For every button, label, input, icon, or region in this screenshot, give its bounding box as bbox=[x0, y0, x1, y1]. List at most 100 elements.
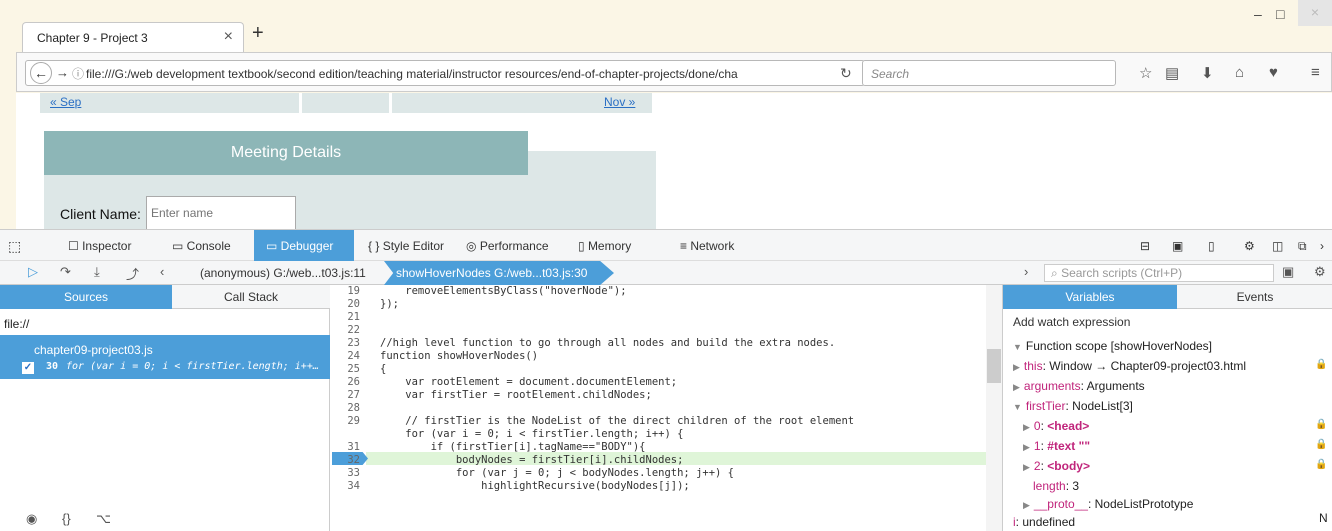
expanded-triangle-icon[interactable]: ▼ bbox=[1013, 402, 1022, 412]
line-number[interactable]: 28 bbox=[330, 402, 366, 415]
collapsed-triangle-icon[interactable]: ▶ bbox=[1023, 442, 1030, 452]
tab-debugger[interactable]: ▭ Debugger bbox=[254, 230, 354, 262]
minimize-button[interactable]: – bbox=[1254, 6, 1262, 22]
code-line[interactable]: var rootElement = document.documentEleme… bbox=[380, 376, 677, 389]
add-watch-expression[interactable]: Add watch expression bbox=[1013, 315, 1130, 329]
reload-icon[interactable]: ↻ bbox=[840, 65, 852, 82]
split-console-icon[interactable]: ⊟ bbox=[1140, 230, 1150, 262]
breadcrumb-anonymous[interactable]: (anonymous) G:/web...t03.js:11 bbox=[200, 266, 366, 280]
line-number[interactable]: 26 bbox=[330, 376, 366, 389]
line-number[interactable]: 32 bbox=[330, 454, 366, 467]
code-line[interactable]: var firstTier = rootElement.childNodes; bbox=[380, 389, 652, 402]
tab-inspector[interactable]: ☐ Inspector bbox=[60, 230, 139, 262]
expand-chevron-icon[interactable]: › bbox=[1024, 264, 1028, 279]
line-number[interactable]: 33 bbox=[330, 467, 366, 480]
breakpoint-checkbox[interactable]: ✓ bbox=[22, 362, 34, 374]
variable-row[interactable]: ▶ arguments: Arguments bbox=[1013, 379, 1145, 393]
scope-header[interactable]: ▼ Function scope [showHoverNodes] bbox=[1013, 339, 1212, 353]
step-over-icon[interactable]: ↷ bbox=[60, 264, 71, 280]
code-line[interactable]: bodyNodes = firstTier[i].childNodes; bbox=[380, 454, 684, 467]
line-number[interactable]: 23 bbox=[330, 337, 366, 350]
line-number[interactable]: 25 bbox=[330, 363, 366, 376]
code-line[interactable]: function showHoverNodes() bbox=[380, 350, 538, 363]
code-line[interactable]: highlightRecursive(bodyNodes[j]); bbox=[380, 480, 690, 493]
prev-month-link[interactable]: « Sep bbox=[50, 95, 81, 109]
client-name-input[interactable] bbox=[146, 196, 296, 229]
line-number[interactable]: 22 bbox=[330, 324, 366, 337]
line-number[interactable]: 27 bbox=[330, 389, 366, 402]
resume-icon[interactable]: ▷ bbox=[28, 264, 38, 280]
line-number[interactable]: 24 bbox=[330, 350, 366, 363]
settings-gear-icon[interactable]: ⚙ bbox=[1244, 230, 1255, 262]
line-number[interactable]: 31 bbox=[330, 441, 366, 454]
tab-network[interactable]: ≡ Network bbox=[672, 230, 742, 262]
tab-events[interactable]: Events bbox=[1177, 285, 1332, 309]
variable-row[interactable]: ▶ this: Window → Chapter09-project03.html bbox=[1013, 359, 1246, 373]
source-file-name[interactable]: chapter09-project03.js bbox=[34, 343, 153, 357]
editor-scroll-thumb[interactable] bbox=[987, 349, 1001, 383]
toggle-source-icon[interactable]: ⌥ bbox=[96, 511, 111, 527]
variable-row[interactable]: ▶ 1: #text "" bbox=[1023, 439, 1090, 453]
line-number[interactable]: 21 bbox=[330, 311, 366, 324]
editor-scrollbar[interactable] bbox=[986, 285, 1002, 531]
variable-row[interactable]: ▶ __proto__: NodeListPrototype bbox=[1023, 497, 1193, 511]
download-icon[interactable]: ⬇ bbox=[1201, 64, 1214, 82]
code-line[interactable]: }); bbox=[380, 298, 399, 311]
collapsed-triangle-icon[interactable]: ▶ bbox=[1013, 382, 1020, 392]
pretty-print-icon[interactable]: {} bbox=[62, 511, 71, 526]
info-icon[interactable]: ⓘ bbox=[72, 65, 84, 82]
tab-close-icon[interactable]: × bbox=[224, 28, 233, 46]
reading-list-icon[interactable]: ▤ bbox=[1165, 64, 1179, 82]
line-number[interactable]: 34 bbox=[330, 480, 366, 493]
tab-sources[interactable]: Sources bbox=[0, 285, 172, 309]
tab-variables[interactable]: Variables bbox=[1003, 285, 1177, 309]
tab-style-editor[interactable]: { } Style Editor bbox=[362, 230, 450, 262]
code-line[interactable]: //high level function to go through all … bbox=[380, 337, 835, 350]
next-month-link[interactable]: Nov » bbox=[604, 95, 635, 109]
line-number[interactable]: 30 bbox=[330, 428, 366, 441]
code-line[interactable]: if (firstTier[i].tagName=="BODY"){ bbox=[380, 441, 646, 454]
undock-icon[interactable]: ⧉ bbox=[1298, 230, 1307, 262]
close-window-button[interactable]: × bbox=[1298, 0, 1332, 26]
tab-call-stack[interactable]: Call Stack bbox=[172, 285, 330, 309]
home-icon[interactable]: ⌂ bbox=[1235, 64, 1244, 81]
toggle-pane-icon[interactable]: ▣ bbox=[1282, 264, 1294, 280]
line-number[interactable]: 19 bbox=[330, 285, 366, 298]
tab-performance[interactable]: ◎ Performance bbox=[460, 230, 555, 262]
collapsed-triangle-icon[interactable]: ▶ bbox=[1023, 500, 1030, 510]
collapsed-triangle-icon[interactable]: ▶ bbox=[1023, 462, 1030, 472]
tab-memory[interactable]: ▯ Memory bbox=[570, 230, 639, 262]
maximize-button[interactable]: □ bbox=[1276, 6, 1284, 22]
frame-select-icon[interactable]: ▣ bbox=[1172, 230, 1183, 262]
variable-row[interactable]: ▶ 0: <head> bbox=[1023, 419, 1089, 433]
code-line[interactable]: for (var j = 0; j < bodyNodes.length; j+… bbox=[380, 467, 734, 480]
code-line[interactable]: removeElementsByClass("hoverNode"); bbox=[380, 285, 626, 298]
variable-row[interactable]: ▼ firstTier: NodeList[3] bbox=[1013, 399, 1133, 413]
forward-icon[interactable]: → bbox=[56, 65, 69, 80]
variable-row[interactable]: i: undefined bbox=[1013, 515, 1075, 529]
back-icon[interactable]: ← bbox=[30, 62, 52, 84]
variable-row[interactable]: ▶ 2: <body> bbox=[1023, 459, 1090, 473]
browser-tab[interactable]: Chapter 9 - Project 3 × bbox=[22, 22, 244, 52]
tab-console[interactable]: ▭ Console bbox=[164, 230, 239, 262]
collapsed-triangle-icon[interactable]: ▶ bbox=[1023, 422, 1030, 432]
line-number[interactable]: 29 bbox=[330, 415, 366, 428]
new-tab-button[interactable]: + bbox=[252, 22, 264, 45]
collapsed-triangle-icon[interactable]: ▶ bbox=[1013, 362, 1020, 372]
breadcrumb-showhovernodes[interactable]: showHoverNodes G:/web...t03.js:30 bbox=[384, 261, 614, 285]
debugger-settings-icon[interactable]: ⚙ bbox=[1314, 264, 1326, 280]
code-line[interactable]: { bbox=[380, 363, 386, 376]
dock-side-icon[interactable]: ◫ bbox=[1272, 230, 1283, 262]
source-root[interactable]: file:// bbox=[4, 317, 29, 331]
source-file-item[interactable]: chapter09-project03.js ✓ 30 for (var i =… bbox=[0, 335, 330, 379]
code-line[interactable]: for (var i = 0; i < firstTier.length; i+… bbox=[380, 428, 683, 441]
collapse-chevron-icon[interactable]: ‹ bbox=[160, 264, 164, 279]
close-devtools-icon[interactable]: › bbox=[1320, 230, 1324, 262]
line-number[interactable]: 20 bbox=[330, 298, 366, 311]
search-scripts-input[interactable]: ⌕ Search scripts (Ctrl+P) bbox=[1044, 264, 1274, 282]
step-in-icon[interactable]: ⤓ bbox=[94, 264, 100, 280]
search-input[interactable]: Search bbox=[862, 60, 1116, 86]
blackbox-eye-icon[interactable]: ◉ bbox=[26, 511, 37, 527]
url-text[interactable]: file:///G:/web development textbook/seco… bbox=[86, 67, 806, 81]
code-editor[interactable]: 19 removeElementsByClass("hoverNode"); 20… bbox=[330, 285, 1002, 531]
